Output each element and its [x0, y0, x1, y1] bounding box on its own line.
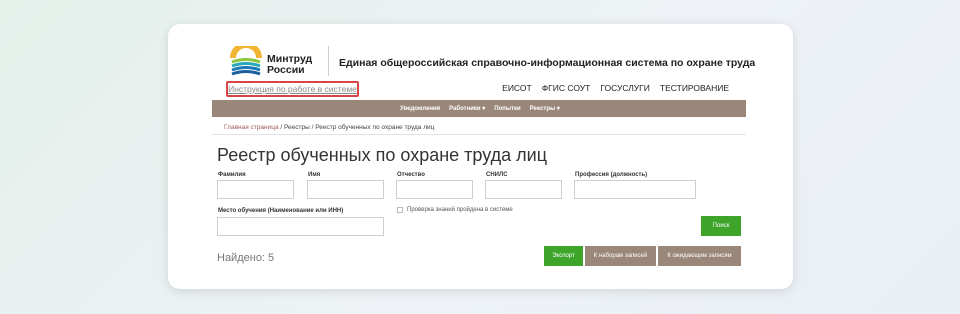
nav-attempts[interactable]: Попытки — [494, 106, 520, 112]
training-place-input[interactable] — [217, 217, 384, 236]
found-count: Найдено: 5 — [217, 252, 275, 264]
profession-input[interactable] — [574, 180, 696, 199]
patronymic-label: Отчество — [397, 172, 425, 178]
profession-label: Профессия (должность) — [575, 172, 648, 178]
nav-workers[interactable]: Работники ▾ — [449, 105, 485, 112]
patronymic-input[interactable] — [396, 180, 473, 199]
brand-name: Минтруд России — [267, 54, 312, 76]
first-name-input[interactable] — [307, 180, 384, 199]
breadcrumb-divider — [212, 134, 746, 135]
mintrud-logo-icon — [230, 46, 262, 76]
to-record-sets-button[interactable]: К наборам записей — [585, 246, 656, 266]
nav-registries[interactable]: Реестры ▾ — [530, 105, 560, 112]
top-link-fgis-sout[interactable]: ФГИС СОУТ — [542, 83, 591, 93]
main-navbar: Уведомления Работники ▾ Попытки Реестры … — [212, 100, 746, 117]
header-divider — [328, 46, 329, 76]
page-title: Реестр обученных по охране труда лиц — [217, 145, 548, 165]
last-name-label: Фамилия — [218, 172, 246, 178]
last-name-input[interactable] — [217, 180, 294, 199]
breadcrumb-home[interactable]: Главная страница — [224, 124, 279, 131]
snils-label: СНИЛС — [486, 172, 508, 178]
training-place-label: Место обучения (Наименование или ИНН) — [218, 208, 344, 214]
breadcrumb: Главная страница / Реестры / Реестр обуч… — [224, 124, 434, 131]
instruction-link[interactable]: Инструкция по работе в системе — [226, 81, 359, 97]
top-links: ЕИСОТ ФГИС СОУТ ГОСУСЛУГИ ТЕСТИРОВАНИЕ — [502, 83, 729, 93]
knowledge-check-checkbox[interactable]: Проверка знаний пройдена в системе — [397, 207, 513, 213]
top-link-eisot[interactable]: ЕИСОТ — [502, 83, 532, 93]
top-link-testing[interactable]: ТЕСТИРОВАНИЕ — [660, 83, 729, 93]
export-button[interactable]: Экспорт — [544, 246, 583, 266]
snils-input[interactable] — [485, 180, 562, 199]
main-card: Минтруд России Единая общероссийская спр… — [168, 24, 793, 289]
site-title: Единая общероссийская справочно-информац… — [339, 57, 756, 69]
checkbox-box[interactable] — [397, 207, 403, 213]
brand-line-2: России — [267, 64, 305, 76]
breadcrumb-current: Реестр обученных по охране труда лиц — [315, 124, 435, 131]
search-button[interactable]: Поиск — [701, 216, 741, 236]
first-name-label: Имя — [308, 172, 321, 178]
breadcrumb-registries[interactable]: Реестры — [284, 124, 310, 131]
knowledge-check-label: Проверка знаний пройдена в системе — [407, 207, 513, 213]
nav-notifications[interactable]: Уведомления — [400, 106, 440, 112]
top-link-gosuslugi[interactable]: ГОСУСЛУГИ — [600, 83, 650, 93]
to-pending-records-button[interactable]: К ожидающим записям — [658, 246, 741, 266]
